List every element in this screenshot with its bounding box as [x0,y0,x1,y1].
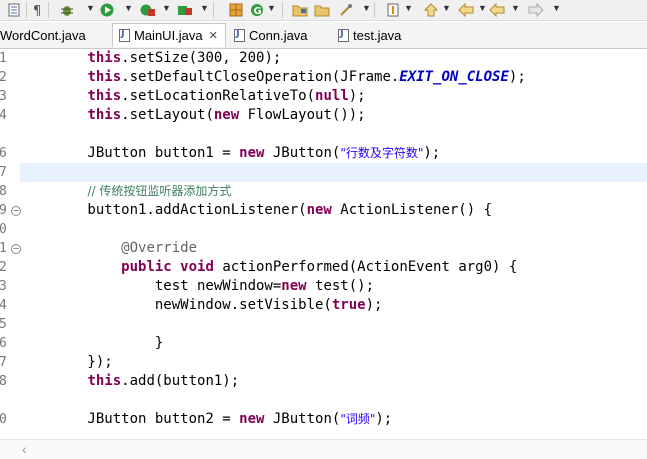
annotation-next-dropdown-icon[interactable]: ▼ [404,3,413,13]
code-line[interactable]: }); [20,353,647,372]
outline-icon[interactable] [8,2,20,18]
external-tools-icon[interactable] [177,2,193,18]
debug-dropdown-icon[interactable]: ▼ [86,3,95,13]
line-number: 2 [0,70,7,85]
line-number: 4 [0,108,7,123]
search-icon[interactable] [338,2,354,18]
line-number: 3 [0,279,7,294]
code-line[interactable]: newWindow.setVisible(true); [20,296,647,315]
line-number: 1 [0,51,7,66]
open-folder-icon[interactable] [314,2,330,18]
line-number: 0 [0,222,7,237]
code-line[interactable]: this.setLayout(new FlowLayout()); [20,106,647,125]
horizontal-scrollbar[interactable]: ‹ [0,439,647,459]
java-file-icon [338,28,349,42]
code-line[interactable]: public void actionPerformed(ActionEvent … [20,258,647,277]
code-line[interactable]: JButton button2 = new JButton("词频"); [20,410,647,429]
line-number: 7 [0,165,7,180]
tab-label: MainUI.java [134,28,203,43]
coverage-dropdown-icon[interactable]: ▼ [162,3,171,13]
java-file-icon [234,28,245,42]
annotation-next-icon[interactable] [386,2,400,18]
line-number: 6 [0,146,7,161]
coverage-icon[interactable] [140,2,156,18]
line-number: 8 [0,184,7,199]
back-dropdown-icon[interactable]: ▼ [511,3,520,13]
last-edit-icon[interactable] [458,2,474,18]
tab-conn-java[interactable]: Conn.java [234,24,326,47]
tab-mainui-java[interactable]: MainUI.java ✕ [112,23,226,47]
forward-icon[interactable] [528,2,544,18]
current-line-highlight[interactable] [20,163,647,182]
code-line[interactable]: button1.addActionListener(new ActionList… [20,201,647,220]
tab-label: Conn.java [249,28,308,43]
tab-label: test.java [353,28,402,43]
editor-tab-bar: WordCont.java MainUI.java ✕ Conn.java te… [0,22,647,49]
code-line[interactable]: this.setLocationRelativeTo(null); [20,87,647,106]
paragraph-icon[interactable]: ¶ [33,2,43,18]
line-number: 4 [0,298,7,313]
tab-label: WordCont.java [0,28,86,43]
line-number: 3 [0,89,7,104]
run-dropdown-icon[interactable]: ▼ [124,3,133,13]
line-number: 8 [0,374,7,389]
svg-text:¶: ¶ [33,4,41,17]
refresh-icon[interactable]: G [250,2,264,18]
line-number-gutter: 1 2 3 4 6 7 8 9 − 0 1 − 2 3 4 5 6 7 8 0 [0,49,21,458]
code-line[interactable]: test newWindow=new test(); [20,277,647,296]
code-line[interactable]: JButton button1 = new JButton("行数及字符数"); [20,144,647,163]
svg-text:G: G [254,6,262,17]
debug-icon[interactable] [60,2,74,18]
line-number: 5 [0,317,7,332]
line-number: 6 [0,336,7,351]
new-class-icon[interactable] [229,2,243,18]
annotation-prev-icon[interactable] [424,2,438,18]
external-tools-dropdown-icon[interactable]: ▼ [200,3,209,13]
search-dropdown-icon[interactable]: ▼ [362,3,371,13]
close-icon[interactable]: ✕ [209,29,218,42]
java-file-icon [119,28,130,42]
run-icon[interactable] [100,2,114,18]
code-line[interactable]: } [20,334,647,353]
line-number: 2 [0,260,7,275]
line-number [0,125,20,144]
line-number [0,391,20,410]
annotation-prev-dropdown-icon[interactable]: ▼ [442,3,451,13]
open-type-icon[interactable] [292,2,308,18]
refresh-dropdown-icon[interactable]: ▼ [267,3,276,13]
back-icon[interactable] [489,2,505,18]
tab-wordcont-java[interactable]: WordCont.java [0,24,104,47]
code-line[interactable]: @Override [20,239,647,258]
line-number: 7 [0,355,7,370]
code-editor[interactable]: this.setSize(300, 200); this.setDefaultC… [20,49,647,439]
last-edit-dropdown-icon[interactable]: ▼ [478,3,487,13]
main-toolbar: ¶ ▼ ▼ ▼ ▼ G ▼ ▼ ▼ ▼ ▼ ▼ ▼ [0,0,647,21]
code-line[interactable]: this.add(button1); [20,372,647,391]
scroll-left-icon[interactable]: ‹ [22,441,27,457]
code-line[interactable]: this.setDefaultCloseOperation(JFrame.EXI… [20,68,647,87]
code-line[interactable]: this.setSize(300, 200); [20,49,647,68]
forward-dropdown-icon[interactable]: ▼ [552,3,561,13]
line-number: 0 [0,412,7,427]
code-line[interactable]: // 传统按钮监听器添加方式 [20,182,647,201]
tab-test-java[interactable]: test.java [338,24,430,47]
